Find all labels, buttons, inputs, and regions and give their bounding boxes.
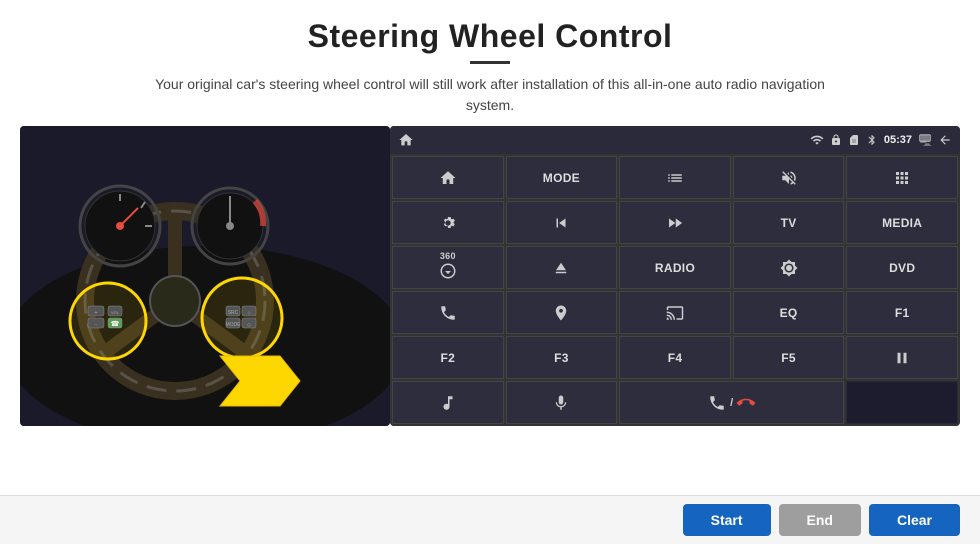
grid-cell-list[interactable] — [619, 156, 731, 199]
svg-text:☎: ☎ — [111, 320, 120, 328]
grid-cell-phone-call[interactable]: / — [619, 381, 844, 424]
status-time: 05:37 — [884, 134, 912, 146]
grid-cell-mute[interactable] — [733, 156, 845, 199]
wifi-icon — [810, 133, 824, 147]
grid-cell-screen-mirror[interactable] — [619, 291, 731, 334]
grid-cell-tv[interactable]: TV — [733, 201, 845, 244]
call-end-icon — [734, 390, 759, 415]
grid-cell-apps[interactable] — [846, 156, 958, 199]
brightness-icon — [780, 259, 798, 277]
play-pause-icon — [893, 349, 911, 367]
list-icon — [666, 169, 684, 187]
svg-text:◇: ◇ — [247, 322, 251, 328]
apps-icon — [893, 169, 911, 187]
phone-icon — [439, 304, 457, 322]
svg-text:SRC: SRC — [228, 310, 239, 316]
bluetooth-icon — [866, 134, 878, 146]
grid-cell-radio[interactable]: RADIO — [619, 246, 731, 289]
home-status-icon — [398, 132, 414, 148]
grid-cell-settings[interactable] — [392, 201, 504, 244]
grid-cell-playpause[interactable] — [846, 336, 958, 379]
start-button[interactable]: Start — [683, 504, 771, 536]
content-area: + - VOL ☎ SRC ◇ MODE ◇ — [0, 126, 980, 495]
screen-icon — [918, 133, 932, 147]
eject-icon — [552, 259, 570, 277]
page-container: Steering Wheel Control Your original car… — [0, 0, 980, 544]
grid-cell-f5[interactable]: F5 — [733, 336, 845, 379]
grid-cell-phone[interactable] — [392, 291, 504, 334]
settings-icon — [439, 214, 457, 232]
call-icon — [708, 394, 726, 412]
bottom-bar: Start End Clear — [0, 495, 980, 544]
svg-text:VOL: VOL — [111, 310, 120, 315]
grid-cell-brightness[interactable] — [733, 246, 845, 289]
screen-mirror-icon — [666, 304, 684, 322]
title-divider — [470, 61, 510, 64]
back-icon — [938, 133, 952, 147]
page-title: Steering Wheel Control — [60, 18, 920, 55]
home-icon — [439, 169, 457, 187]
grid-cell-360cam[interactable]: 360 — [392, 246, 504, 289]
sim-icon — [848, 134, 860, 146]
grid-cell-eq[interactable]: EQ — [733, 291, 845, 334]
grid-cell-f4[interactable]: F4 — [619, 336, 731, 379]
status-bar: 05:37 — [390, 126, 960, 154]
grid-cell-f2[interactable]: F2 — [392, 336, 504, 379]
svg-text:+: + — [95, 310, 98, 316]
grid-cell-home[interactable] — [392, 156, 504, 199]
status-right: 05:37 — [810, 133, 952, 147]
grid-cell-media[interactable]: MEDIA — [846, 201, 958, 244]
mic-icon — [552, 394, 570, 412]
grid-cell-f3[interactable]: F3 — [506, 336, 618, 379]
grid-cell-eject[interactable] — [506, 246, 618, 289]
grid-cell-mode[interactable]: MODE — [506, 156, 618, 199]
control-grid: MODE — [390, 154, 960, 426]
clear-button[interactable]: Clear — [869, 504, 960, 536]
grid-cell-forward[interactable] — [619, 201, 731, 244]
lock-icon — [830, 134, 842, 146]
end-button[interactable]: End — [779, 504, 861, 536]
svg-text:MODE: MODE — [226, 322, 242, 328]
grid-cell-empty1 — [846, 381, 958, 424]
android-panel: 05:37 — [390, 126, 960, 426]
grid-cell-f1[interactable]: F1 — [846, 291, 958, 334]
mute-icon — [780, 169, 798, 187]
navigation-icon — [552, 304, 570, 322]
rewind-icon — [552, 214, 570, 232]
header-section: Steering Wheel Control Your original car… — [0, 0, 980, 126]
grid-cell-music[interactable] — [392, 381, 504, 424]
grid-cell-mic[interactable] — [506, 381, 618, 424]
music-icon — [439, 394, 457, 412]
status-left — [398, 132, 414, 148]
subtitle-text: Your original car's steering wheel contr… — [150, 74, 830, 116]
fast-forward-icon — [666, 214, 684, 232]
grid-cell-navi[interactable] — [506, 291, 618, 334]
grid-cell-rewind[interactable] — [506, 201, 618, 244]
grid-cell-dvd[interactable]: DVD — [846, 246, 958, 289]
car-image-section: + - VOL ☎ SRC ◇ MODE ◇ — [20, 126, 390, 426]
